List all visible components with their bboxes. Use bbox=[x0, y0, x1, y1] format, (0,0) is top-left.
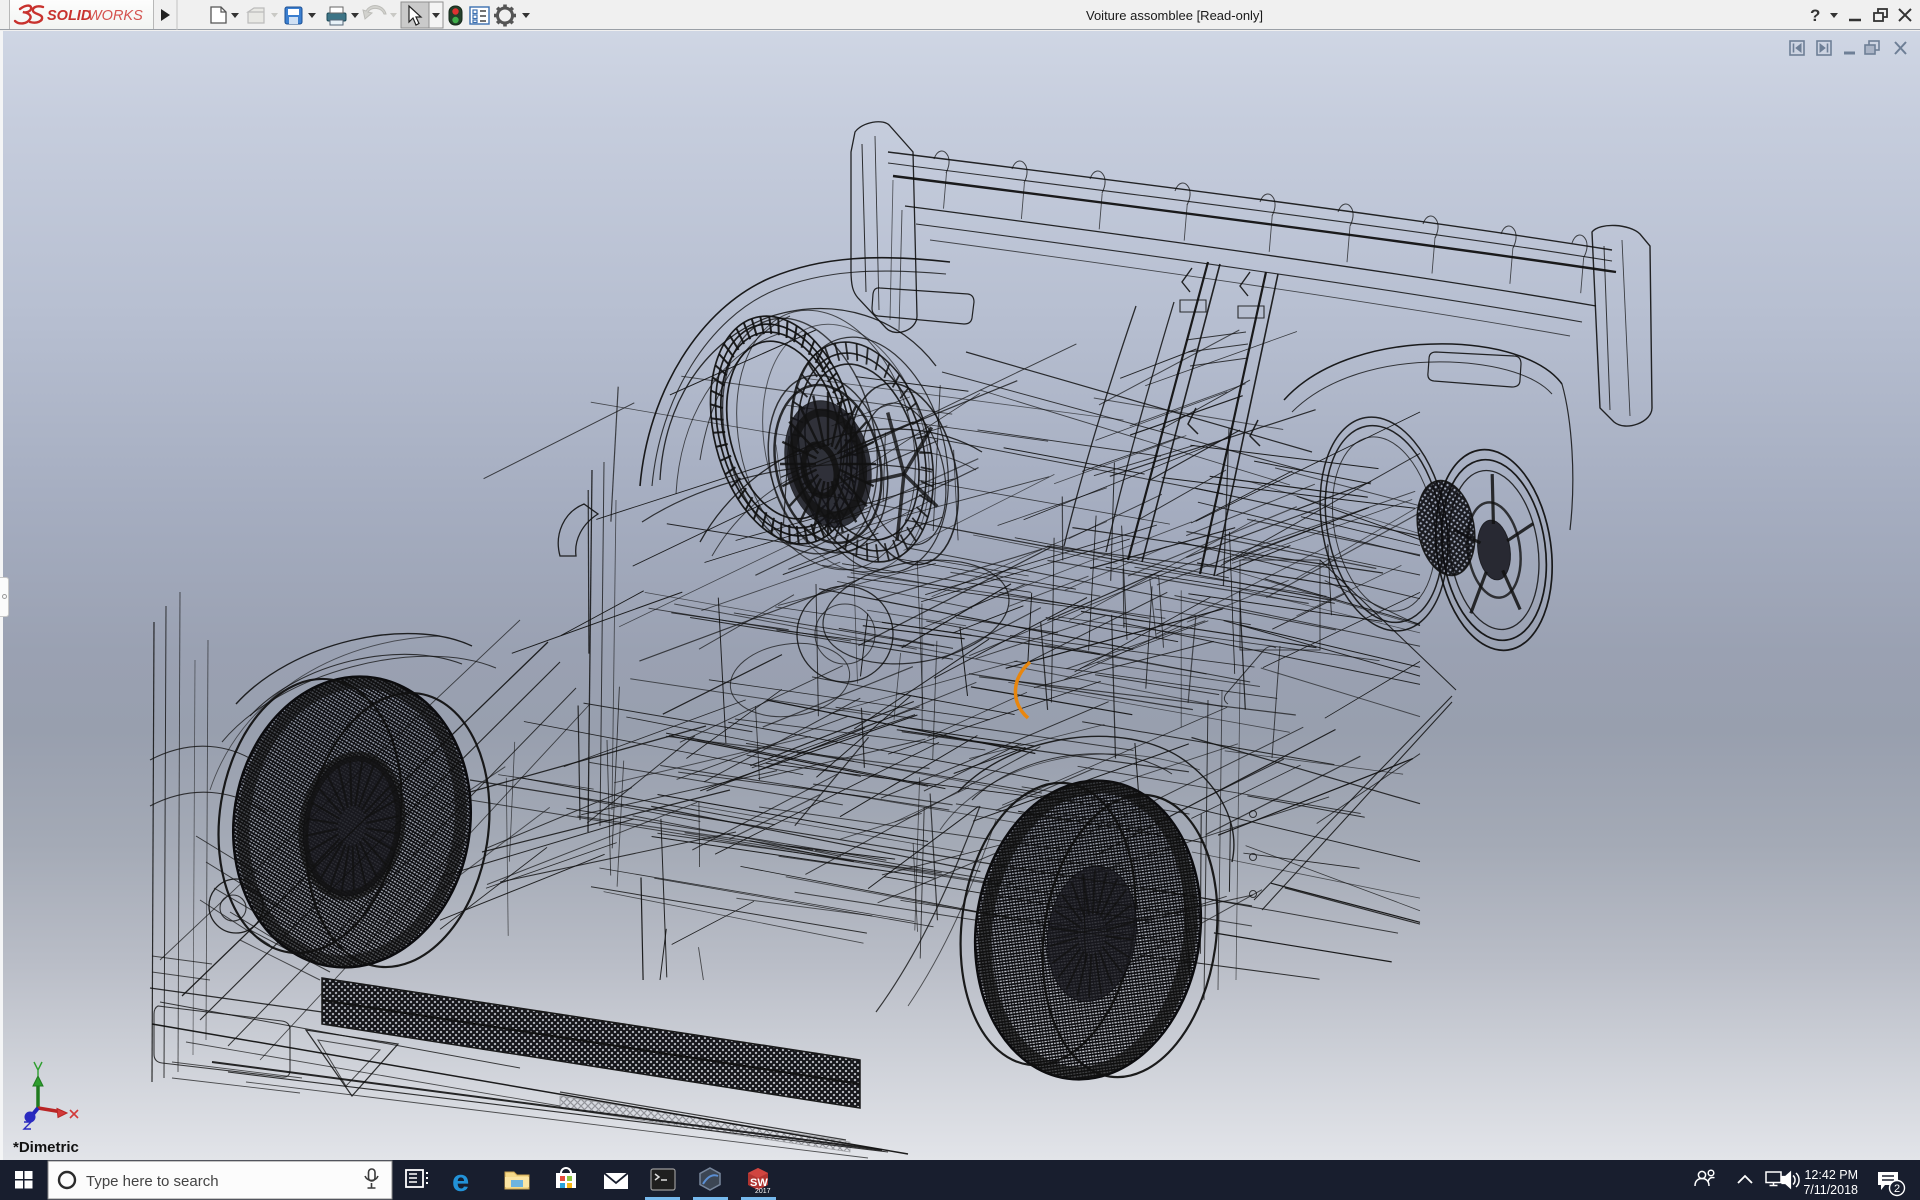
svg-text:7/11/2018: 7/11/2018 bbox=[1803, 1183, 1858, 1197]
svg-text:e: e bbox=[452, 1163, 469, 1198]
svg-text:2: 2 bbox=[1894, 1183, 1900, 1195]
svg-text:2017: 2017 bbox=[755, 1188, 771, 1195]
svg-text:Type here to search: Type here to search bbox=[86, 1173, 219, 1190]
svg-text:12:42 PM: 12:42 PM bbox=[1804, 1168, 1858, 1182]
